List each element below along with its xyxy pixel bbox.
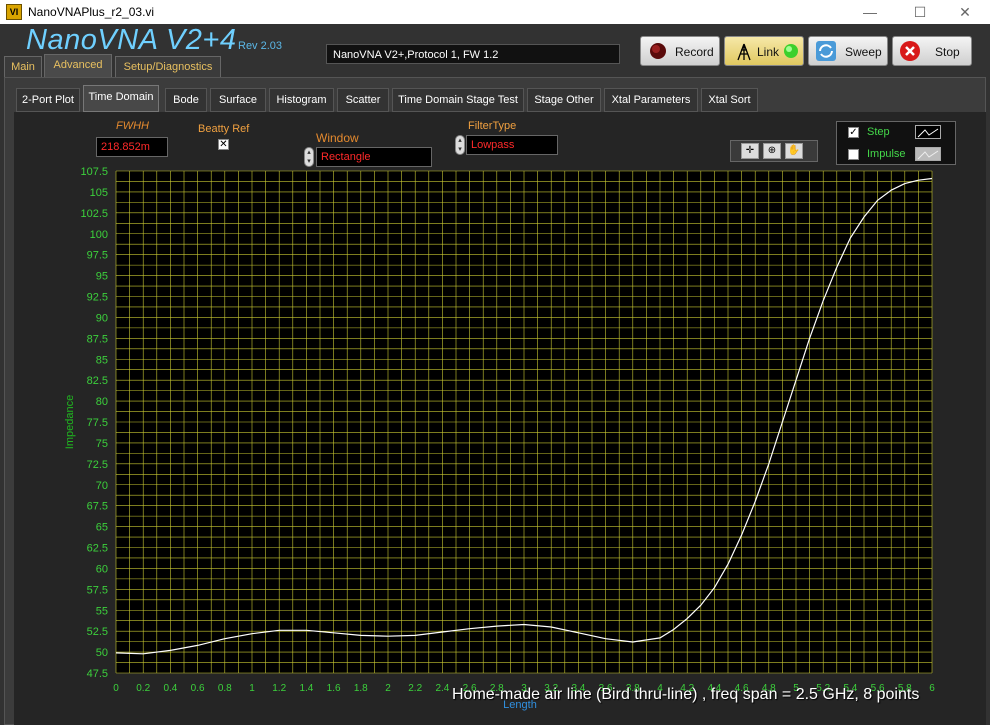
annotation-caption: Home-made air line (Bird thru-line) , fr… [452,686,920,703]
y-tick-label: 80 [96,396,108,408]
x-tick-label: 1.4 [299,683,313,694]
y-tick-label: 50 [96,647,108,659]
y-tick-labels: 47.5 50 52.5 55 57.5 60 62.5 65 67.5 70 72.5 75 77.5… [80,166,108,680]
y-tick-label: 72.5 [87,459,108,471]
y-tick-label: 65 [96,522,108,534]
x-tick-label: 0.4 [163,683,177,694]
x-tick-label: 6 [929,683,935,694]
y-tick-label: 47.5 [87,668,108,680]
x-tick-label: 0.8 [218,683,232,694]
y-tick-label: 107.5 [80,166,108,178]
x-tick-label: 1.8 [354,683,368,694]
y-tick-label: 90 [96,312,108,324]
x-tick-label: 2.2 [408,683,422,694]
y-tick-label: 75 [96,438,108,450]
x-tick-label: 0.6 [191,683,205,694]
y-tick-label: 70 [96,480,108,492]
plot-grid [115,170,933,674]
x-tick-label: 2 [385,683,391,694]
y-tick-label: 62.5 [87,543,108,555]
y-tick-label: 77.5 [87,417,108,429]
y-tick-label: 55 [96,605,108,617]
y-axis-label: Impedance [64,395,76,449]
x-tick-label: 0 [113,683,119,694]
y-tick-label: 97.5 [87,250,108,262]
x-tick-label: 0.2 [136,683,150,694]
y-tick-label: 95 [96,271,108,283]
y-tick-label: 82.5 [87,375,108,387]
y-tick-label: 105 [90,187,108,199]
y-tick-label: 67.5 [87,501,108,513]
y-tick-label: 60 [96,563,108,575]
y-tick-label: 100 [90,229,108,241]
x-tick-label: 2.4 [435,683,449,694]
impedance-chart: 47.55052.55557.56062.56567.57072.57577.5… [64,166,935,711]
x-tick-label: 1.6 [327,683,341,694]
y-tick-label: 102.5 [80,208,108,220]
y-tick-label: 92.5 [87,292,108,304]
y-tick-label: 52.5 [87,626,108,638]
y-tick-label: 85 [96,354,108,366]
y-tick-label: 87.5 [87,333,108,345]
y-tick-label: 57.5 [87,584,108,596]
x-tick-label: 1.2 [272,683,286,694]
x-tick-label: 1 [249,683,255,694]
